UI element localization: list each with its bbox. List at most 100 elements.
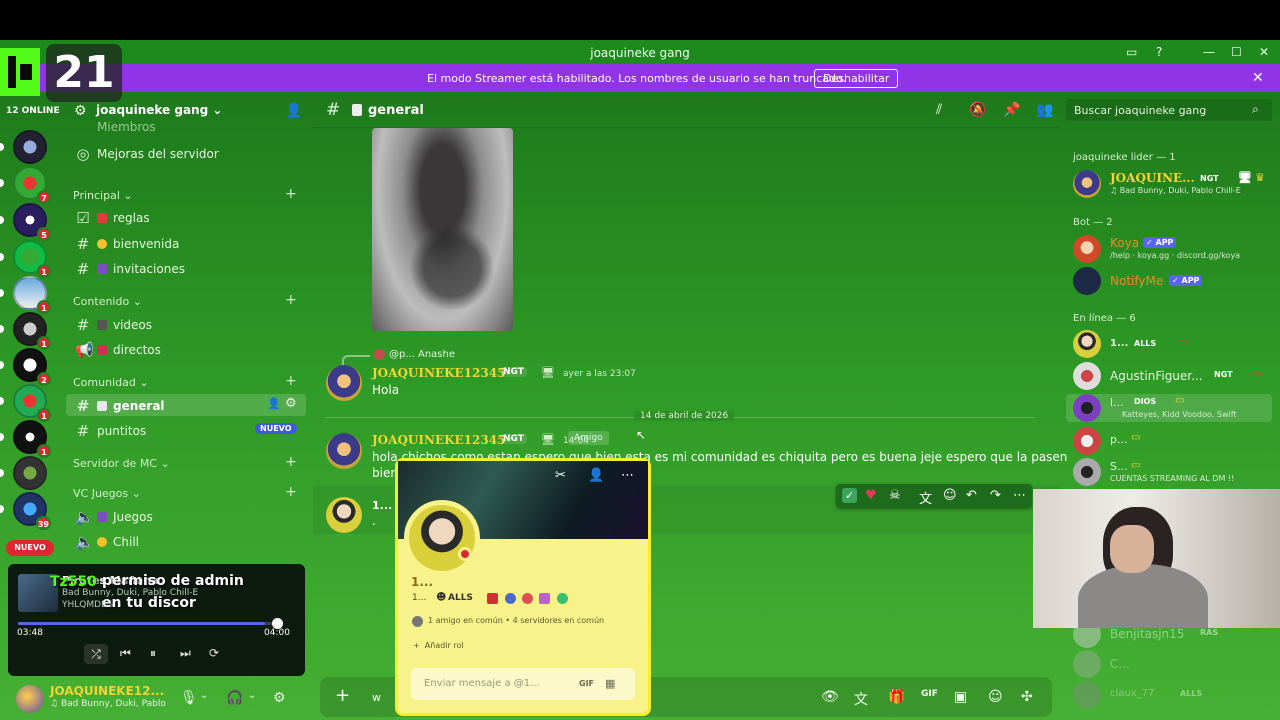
message-author[interactable]: 1...	[372, 499, 392, 512]
member-name[interactable]: NotifyMe	[1110, 274, 1163, 288]
server-icon[interactable]: 1	[13, 240, 51, 278]
translate-icon[interactable]: 文	[919, 488, 932, 507]
user-name[interactable]: JOAQUINEKE12...	[50, 684, 164, 698]
avatar[interactable]	[1073, 681, 1101, 709]
gif-icon[interactable]: GIF	[579, 679, 594, 688]
chevron-down-icon[interactable]: ⌄	[248, 690, 256, 701]
chevron-down-icon[interactable]: ⌄	[200, 690, 208, 701]
add-channel-icon[interactable]: +	[285, 484, 297, 500]
avatar[interactable]	[16, 685, 44, 713]
close-icon[interactable]: ✕	[1252, 70, 1264, 86]
reply-preview-user[interactable]: @p...	[389, 349, 415, 360]
channel-videos[interactable]: # videos	[75, 316, 152, 334]
disable-streamer-button[interactable]: Deshabilitar	[814, 69, 899, 88]
avatar[interactable]	[1073, 170, 1101, 198]
add-channel-icon[interactable]: +	[285, 292, 297, 308]
add-friend-icon[interactable]: 👤	[588, 468, 604, 483]
server-icon[interactable]: 1	[13, 384, 51, 422]
maximize-button[interactable]: ☐	[1231, 45, 1242, 59]
clan-tag[interactable]: NGT	[500, 367, 527, 377]
gift-icon[interactable]: 🎁	[888, 689, 905, 705]
check-reaction-icon[interactable]: ✓	[842, 488, 857, 503]
server-icon[interactable]: 7	[13, 166, 51, 204]
server-icon[interactable]: 39	[13, 492, 51, 530]
apps-icon[interactable]: ✣	[1021, 689, 1033, 705]
threads-icon[interactable]: ⫽	[936, 102, 942, 118]
server-icon[interactable]: 5	[13, 203, 51, 241]
search-input[interactable]: Buscar joaquineke gang	[1074, 104, 1206, 117]
user-settings-icon[interactable]: ⚙	[273, 690, 286, 706]
avatar[interactable]	[1073, 362, 1101, 390]
forward-icon[interactable]: ↷	[990, 488, 1001, 503]
more-icon[interactable]: ⋯	[621, 468, 634, 483]
member-name[interactable]: AgustinFiguer...	[1110, 369, 1203, 383]
help-icon[interactable]: ?	[1156, 45, 1162, 59]
mutual-info[interactable]: 1 amigo en común • 4 servidores en común	[428, 616, 604, 625]
track-progress-bar[interactable]	[18, 622, 278, 625]
channel-invitaciones[interactable]: # invitaciones	[75, 260, 185, 278]
member-name[interactable]: l...	[1110, 396, 1124, 409]
avatar[interactable]	[1073, 427, 1101, 455]
microphone-icon[interactable]: 🎙	[180, 690, 198, 706]
more-icon[interactable]: ⋯	[1013, 488, 1026, 503]
avatar[interactable]	[1073, 267, 1101, 295]
member-name[interactable]: Koya	[1110, 236, 1139, 250]
server-icon[interactable]: 1	[13, 276, 51, 314]
translate-icon[interactable]: 文	[854, 689, 868, 709]
avatar[interactable]	[326, 433, 362, 469]
channel-puntitos[interactable]: # puntitos	[75, 422, 146, 440]
member-name[interactable]: C...	[1110, 657, 1130, 671]
add-role-button[interactable]: + Añadir rol	[413, 641, 464, 650]
channel-general[interactable]: # general	[75, 397, 165, 415]
previous-icon[interactable]: ⏮	[120, 646, 131, 661]
inbox-icon[interactable]: ▭	[1126, 45, 1137, 59]
add-reaction-icon[interactable]: ☺	[943, 488, 957, 503]
server-name[interactable]: joaquineke gang ⌄	[96, 103, 222, 117]
category-servidor-mc[interactable]: Servidor de MC ⌄	[73, 457, 170, 470]
add-channel-icon[interactable]: +	[285, 454, 297, 470]
server-icon[interactable]: 1	[13, 312, 51, 350]
repeat-icon[interactable]: ⟳	[209, 646, 219, 660]
category-principal[interactable]: Principal ⌄	[73, 189, 133, 202]
server-icon[interactable]: 1	[13, 420, 51, 458]
message-author[interactable]: JOAQUINEKE12345	[372, 433, 505, 447]
add-channel-icon[interactable]: +	[285, 186, 297, 202]
heart-reaction-icon[interactable]: ♥	[865, 488, 877, 503]
minimize-button[interactable]: —	[1203, 45, 1215, 59]
eye-icon[interactable]: 👁	[821, 689, 839, 705]
member-name[interactable]: p...	[1110, 433, 1127, 446]
shuffle-icon[interactable]: ⤮	[84, 644, 108, 664]
member-name[interactable]: S...	[1110, 460, 1127, 473]
wrench-icon[interactable]: ✂	[555, 468, 566, 483]
channel-reglas[interactable]: ☑ reglas	[75, 209, 149, 227]
pause-icon[interactable]: ⏸	[150, 646, 156, 661]
sticker-icon[interactable]: ▣	[954, 689, 967, 705]
add-attachment-icon[interactable]: +	[335, 685, 350, 706]
voice-channel-juegos[interactable]: 🔈 Juegos	[75, 508, 153, 526]
profile-message-input[interactable]: Enviar mensaje a @1...	[424, 678, 540, 689]
reply-preview-text[interactable]: Anashe	[418, 349, 455, 360]
close-window-button[interactable]: ✕	[1259, 45, 1269, 59]
avatar[interactable]	[326, 365, 362, 401]
category-vc-juegos[interactable]: VC Juegos ⌄	[73, 487, 141, 500]
server-icon[interactable]	[13, 130, 47, 164]
member-name[interactable]: JOAQUINE...	[1110, 171, 1195, 185]
server-boost-item[interactable]: ◎ Mejoras del servidor	[75, 145, 218, 163]
message-author[interactable]: JOAQUINEKE12345	[372, 366, 505, 380]
add-member-icon[interactable]: 👤	[285, 103, 302, 119]
invite-icon[interactable]: 👤	[267, 397, 281, 410]
profile-avatar[interactable]	[404, 500, 480, 576]
composer-input[interactable]: w	[372, 691, 381, 704]
avatar[interactable]	[1073, 235, 1101, 263]
clan-tag[interactable]: NGT	[500, 434, 527, 444]
avatar[interactable]	[326, 497, 362, 533]
avatar[interactable]	[1073, 394, 1101, 422]
settings-gear-icon[interactable]: ⚙	[285, 396, 297, 411]
gift-icon[interactable]: ▦	[605, 677, 615, 690]
avatar[interactable]	[1073, 650, 1101, 678]
next-icon[interactable]: ⏭	[180, 646, 191, 661]
add-channel-icon[interactable]: +	[285, 373, 297, 389]
member-name[interactable]: claux_77	[1110, 688, 1154, 699]
pin-icon[interactable]: 📌	[1003, 102, 1020, 118]
new-server-badge[interactable]: NUEVO	[6, 540, 54, 556]
